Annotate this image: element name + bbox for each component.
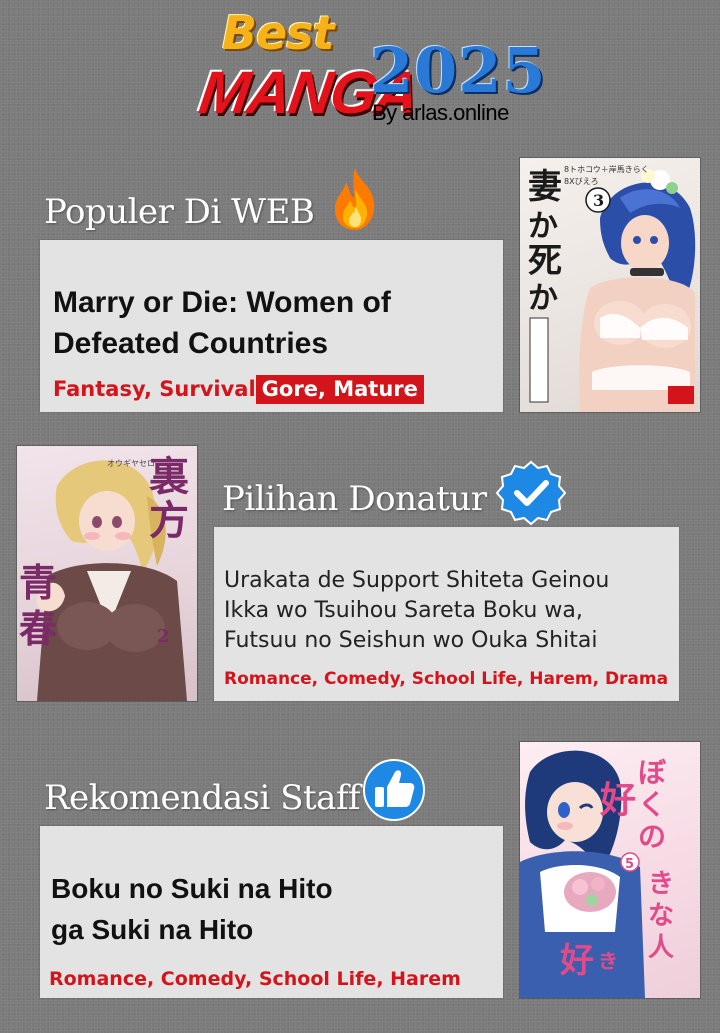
svg-text:く: く xyxy=(638,788,666,821)
genre-plain: Romance, Comedy, School Life, Harem, Dra… xyxy=(224,669,669,689)
svg-text:方: 方 xyxy=(149,497,189,544)
manga-card-donatur[interactable]: Urakata de Support Shiteta Geinou Ikka w… xyxy=(214,527,679,701)
section-title-populer: Populer Di WEB xyxy=(44,192,315,232)
genre-tags-populer: Fantasy, Survival Gore, Mature xyxy=(53,375,424,404)
manga-title-line: Defeated Countries xyxy=(53,327,329,360)
svg-text:か: か xyxy=(528,281,558,316)
cover-art-donatur: 裏 方 青 春 2 オウギヤセロ xyxy=(19,453,189,701)
svg-text:オウギヤセロ: オウギヤセロ xyxy=(107,459,155,468)
svg-text:人: 人 xyxy=(648,933,674,963)
thumbs-up-icon xyxy=(363,759,425,821)
manga-title-line: Futsuu no Seishun wo Ouka Shitai xyxy=(224,628,598,653)
manga-cover-donatur[interactable]: 裏 方 青 春 2 オウギヤセロ xyxy=(17,446,197,701)
genre-plain: Fantasy, Survival xyxy=(53,377,256,401)
svg-text:の: の xyxy=(638,820,666,853)
svg-text:き: き xyxy=(598,949,618,973)
svg-text:青: 青 xyxy=(19,560,57,605)
svg-text:裏: 裏 xyxy=(149,453,189,500)
svg-text:3: 3 xyxy=(593,191,604,210)
svg-text:き: き xyxy=(648,869,674,899)
section-title-staff: Rekomendasi Staff xyxy=(44,778,361,818)
verified-check-icon xyxy=(496,460,566,526)
best-manga-logo: Best MANGA 2025 By arlas.online xyxy=(0,0,720,140)
manga-title-donatur[interactable]: Urakata de Support Shiteta Geinou Ikka w… xyxy=(224,566,609,656)
fire-icon xyxy=(334,168,375,230)
manga-title-line: ga Suki na Hito xyxy=(51,914,254,945)
manga-title-staff[interactable]: Boku no Suki na Hito ga Suki na Hito xyxy=(51,868,333,950)
cover-art-populer: 妻 か 死 か 3 8トホコウ＋岸馬きらく 8Xびえろ xyxy=(528,165,696,412)
svg-text:好: 好 xyxy=(559,941,594,981)
svg-text:2: 2 xyxy=(157,626,170,647)
genre-tags-donatur: Romance, Comedy, School Life, Harem, Dra… xyxy=(224,669,668,689)
svg-text:好: 好 xyxy=(599,780,636,821)
manga-title-line: Marry or Die: Women of xyxy=(53,286,391,319)
logo-year-text: 2025 xyxy=(370,34,547,107)
section-title-staff-text: Rekomendasi Staff xyxy=(44,778,361,818)
svg-text:死: 死 xyxy=(528,241,562,281)
manga-title-line: Ikka wo Tsuihou Sareta Boku wa, xyxy=(224,598,583,623)
svg-text:ぼ: ぼ xyxy=(638,756,667,789)
genre-tags-staff: Romance, Comedy, School Life, Harem xyxy=(49,968,461,990)
svg-text:妻: 妻 xyxy=(528,167,562,207)
svg-text:春: 春 xyxy=(19,606,57,651)
svg-text:5: 5 xyxy=(625,857,634,872)
genre-highlight: Gore, Mature xyxy=(255,375,424,404)
section-title-donatur: Pilihan Donatur xyxy=(222,479,487,519)
cover-art-staff: ぼ く の 好 き な 人 好 き 5 xyxy=(520,750,674,998)
section-title-donatur-text: Pilihan Donatur xyxy=(222,479,487,519)
manga-title-line: Urakata de Support Shiteta Geinou xyxy=(224,568,610,593)
manga-card-staff[interactable]: Boku no Suki na Hito ga Suki na Hito Rom… xyxy=(40,826,503,998)
section-title-populer-text: Populer Di WEB xyxy=(44,192,315,232)
genre-plain: Romance, Comedy, School Life, Harem xyxy=(49,968,461,990)
manga-title-line: Boku no Suki na Hito xyxy=(51,873,333,904)
manga-card-populer[interactable]: Marry or Die: Women of Defeated Countrie… xyxy=(40,240,503,412)
logo-best-text: Best xyxy=(222,6,335,60)
svg-text:8トホコウ＋岸馬きらく: 8トホコウ＋岸馬きらく xyxy=(564,165,649,174)
svg-text:8Xびえろ: 8Xびえろ xyxy=(564,177,599,186)
logo-byline: By arlas.online xyxy=(372,100,509,125)
manga-title-populer[interactable]: Marry or Die: Women of Defeated Countrie… xyxy=(53,282,391,364)
manga-cover-staff[interactable]: ぼ く の 好 き な 人 好 き 5 xyxy=(520,742,700,998)
svg-text:な: な xyxy=(648,901,674,931)
svg-text:か: か xyxy=(528,209,558,244)
manga-cover-populer[interactable]: 妻 か 死 か 3 8トホコウ＋岸馬きらく 8Xびえろ xyxy=(520,158,700,412)
